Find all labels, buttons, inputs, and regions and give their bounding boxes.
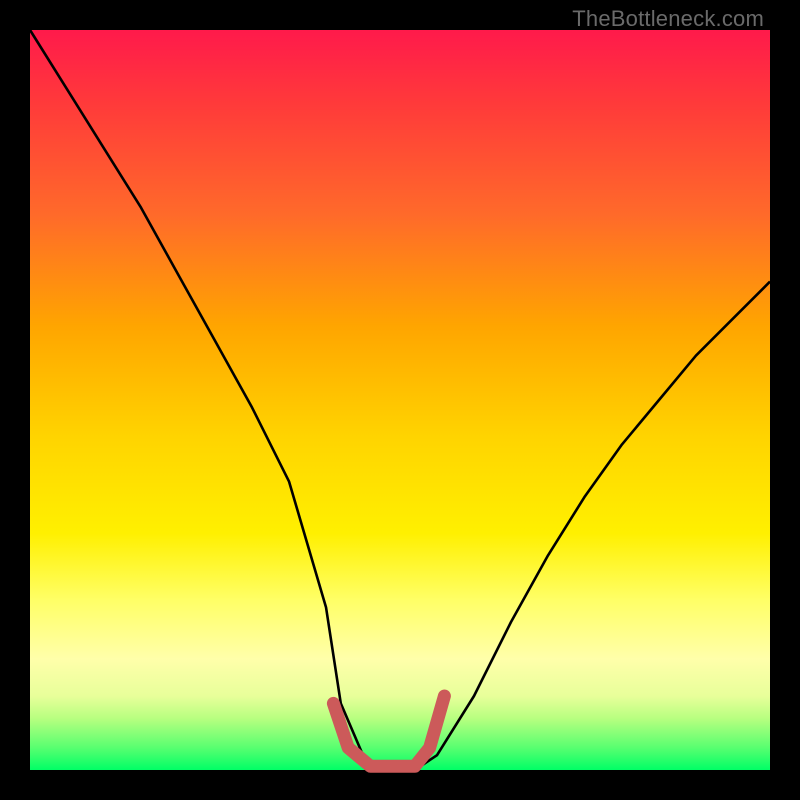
chart-frame: TheBottleneck.com bbox=[0, 0, 800, 800]
watermark-text: TheBottleneck.com bbox=[572, 6, 764, 32]
bottleneck-curve bbox=[30, 30, 770, 770]
plot-area bbox=[30, 30, 770, 770]
optimal-band bbox=[333, 696, 444, 766]
chart-svg bbox=[30, 30, 770, 770]
